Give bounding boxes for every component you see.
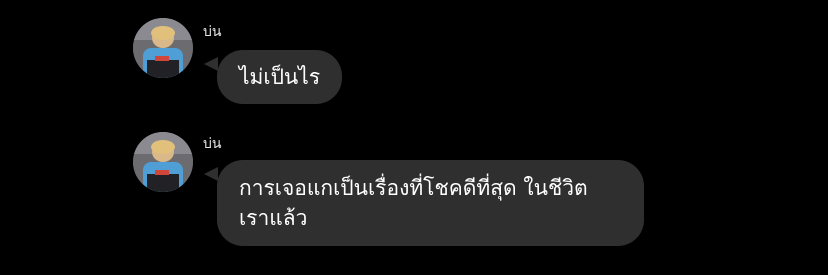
message-text: ไม่เป็นไร xyxy=(239,65,321,89)
message-text: เราแล้ว xyxy=(239,206,308,230)
sender-name: บ่น xyxy=(203,24,222,40)
message-bubble[interactable]: ไม่เป็นไร xyxy=(217,50,342,104)
message-bubble[interactable]: การเจอแกเป็นเรื่องที่โชคดีที่สุด ในชีวิต… xyxy=(217,160,644,246)
bubble-tail xyxy=(204,57,218,71)
message-text: การเจอแกเป็นเรื่องที่โชคดีที่สุด ในชีวิต xyxy=(239,176,588,200)
sender-name: บ่น xyxy=(203,136,222,152)
profile-avatar-icon xyxy=(133,18,193,78)
bubble-tail xyxy=(204,167,218,181)
profile-avatar[interactable] xyxy=(133,132,193,192)
message-row: บ่น การเจอแกเป็นเรื่องที่โชคดีที่สุด ในช… xyxy=(0,120,828,275)
message-row: บ่น ไม่เป็นไร xyxy=(0,0,828,120)
profile-avatar-icon xyxy=(133,132,193,192)
profile-avatar[interactable] xyxy=(133,18,193,78)
